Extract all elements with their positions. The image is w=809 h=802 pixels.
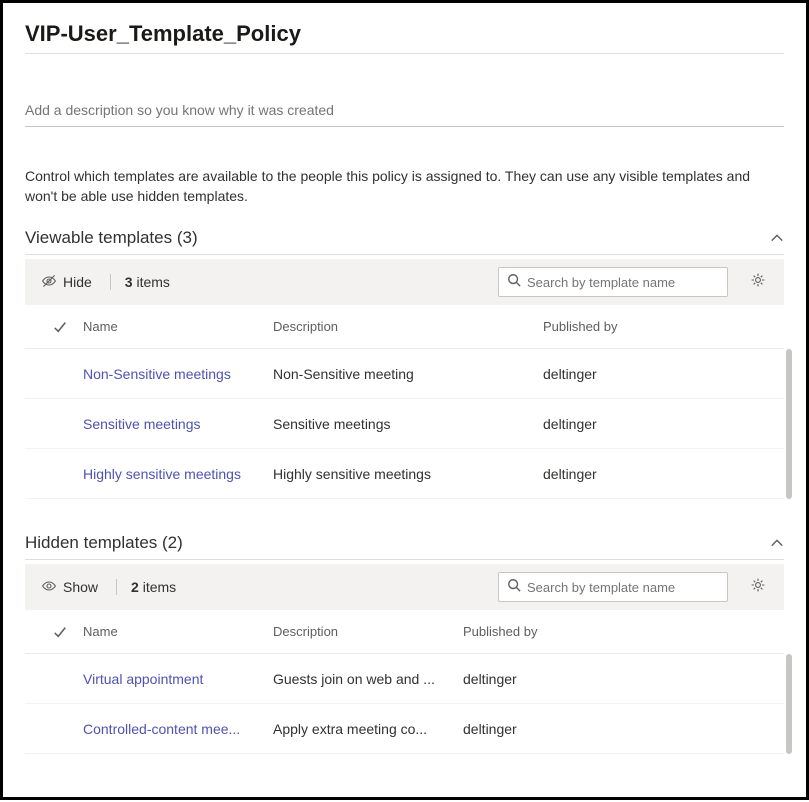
- hidden-section-header[interactable]: Hidden templates (2): [25, 529, 784, 560]
- template-description: Apply extra meeting co...: [273, 721, 463, 737]
- show-button[interactable]: Show: [37, 576, 102, 599]
- template-publisher: deltinger: [543, 466, 772, 482]
- template-publisher: deltinger: [543, 366, 772, 382]
- description-input[interactable]: [25, 96, 784, 127]
- hidden-settings-button[interactable]: [744, 573, 772, 601]
- col-description[interactable]: Description: [273, 319, 543, 334]
- viewable-section-title: Viewable templates (3): [25, 228, 198, 248]
- template-description: Guests join on web and ...: [273, 671, 463, 687]
- viewable-settings-button[interactable]: [744, 268, 772, 296]
- hide-label: Hide: [63, 274, 92, 290]
- viewable-item-count: 3 items: [125, 274, 170, 290]
- search-icon: [507, 578, 527, 597]
- table-row[interactable]: Sensitive meetings Sensitive meetings de…: [25, 399, 784, 449]
- viewable-table: Name Description Published by Non-Sensit…: [25, 305, 784, 499]
- col-published-by[interactable]: Published by: [543, 319, 772, 334]
- col-description[interactable]: Description: [273, 624, 463, 639]
- toolbar-divider: [116, 579, 117, 595]
- col-name[interactable]: Name: [83, 624, 273, 639]
- table-row[interactable]: Non-Sensitive meetings Non-Sensitive mee…: [25, 349, 784, 399]
- hide-icon: [41, 273, 57, 292]
- template-name-link[interactable]: Controlled-content mee...: [83, 721, 273, 737]
- template-name-link[interactable]: Non-Sensitive meetings: [83, 366, 273, 382]
- viewable-toolbar: Hide 3 items: [25, 259, 784, 305]
- col-name[interactable]: Name: [83, 319, 273, 334]
- template-description: Non-Sensitive meeting: [273, 366, 543, 382]
- hide-button[interactable]: Hide: [37, 271, 96, 294]
- hidden-table: Name Description Published by Virtual ap…: [25, 610, 784, 754]
- template-publisher: deltinger: [463, 671, 772, 687]
- gear-icon: [750, 577, 766, 598]
- select-all-checkbox[interactable]: [37, 625, 83, 639]
- chevron-up-icon: [770, 536, 784, 550]
- show-label: Show: [63, 579, 98, 595]
- search-icon: [507, 273, 527, 292]
- template-description: Sensitive meetings: [273, 416, 543, 432]
- template-name-link[interactable]: Virtual appointment: [83, 671, 273, 687]
- viewable-table-header: Name Description Published by: [25, 305, 784, 349]
- page-title: VIP-User_Template_Policy: [25, 21, 784, 47]
- col-published-by[interactable]: Published by: [463, 624, 772, 639]
- toolbar-divider: [110, 274, 111, 290]
- hidden-item-count: 2 items: [131, 579, 176, 595]
- hidden-table-header: Name Description Published by: [25, 610, 784, 654]
- table-row[interactable]: Controlled-content mee... Apply extra me…: [25, 704, 784, 754]
- hidden-search-input[interactable]: [527, 580, 719, 595]
- viewable-search-input[interactable]: [527, 275, 719, 290]
- template-publisher: deltinger: [463, 721, 772, 737]
- show-icon: [41, 578, 57, 597]
- template-description: Highly sensitive meetings: [273, 466, 543, 482]
- title-divider: [25, 53, 784, 54]
- hidden-toolbar: Show 2 items: [25, 564, 784, 610]
- viewable-section-header[interactable]: Viewable templates (3): [25, 224, 784, 255]
- hidden-section-title: Hidden templates (2): [25, 533, 183, 553]
- viewable-search-box[interactable]: [498, 267, 728, 297]
- policy-blurb: Control which templates are available to…: [25, 167, 784, 206]
- select-all-checkbox[interactable]: [37, 320, 83, 334]
- template-name-link[interactable]: Highly sensitive meetings: [83, 466, 273, 482]
- scrollbar[interactable]: [786, 349, 792, 499]
- scrollbar[interactable]: [786, 654, 792, 754]
- template-publisher: deltinger: [543, 416, 772, 432]
- hidden-search-box[interactable]: [498, 572, 728, 602]
- table-row[interactable]: Highly sensitive meetings Highly sensiti…: [25, 449, 784, 499]
- template-name-link[interactable]: Sensitive meetings: [83, 416, 273, 432]
- table-row[interactable]: Virtual appointment Guests join on web a…: [25, 654, 784, 704]
- chevron-up-icon: [770, 231, 784, 245]
- gear-icon: [750, 272, 766, 293]
